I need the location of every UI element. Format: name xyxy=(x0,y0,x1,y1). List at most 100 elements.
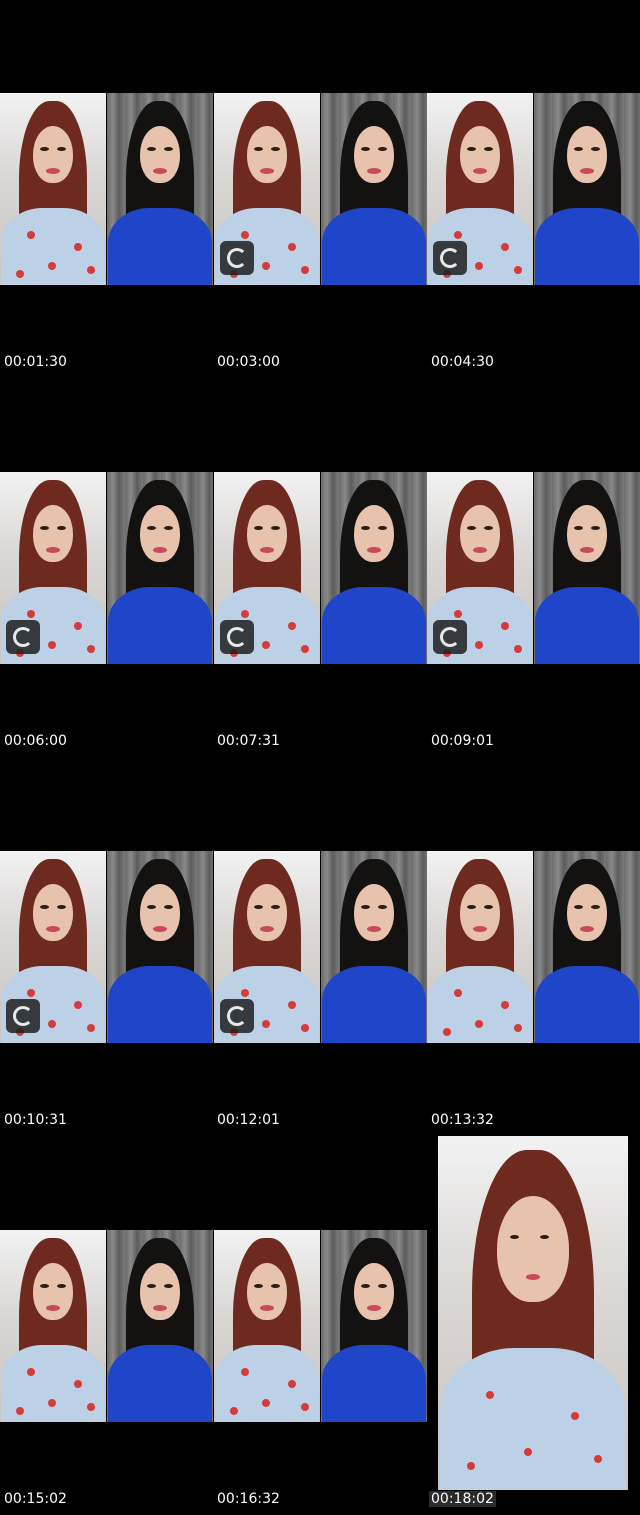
eye xyxy=(378,904,387,909)
strawberry-print xyxy=(300,644,309,653)
strawberry-print xyxy=(47,261,56,270)
strawberry-print xyxy=(474,261,483,270)
eye xyxy=(271,904,280,909)
face xyxy=(33,883,73,942)
eye xyxy=(147,525,156,530)
thumbnail-7[interactable] xyxy=(0,851,213,1043)
lips xyxy=(46,1304,60,1311)
strawberry-print xyxy=(26,231,35,240)
thumbnail-11[interactable] xyxy=(214,1230,427,1422)
timestamp-label: 00:10:31 xyxy=(4,1112,67,1128)
strawberry-print xyxy=(474,1019,483,1028)
torso xyxy=(322,587,426,664)
strawberry-print xyxy=(240,989,249,998)
eye xyxy=(164,146,173,151)
eye xyxy=(57,146,66,151)
strawberry-print xyxy=(240,1368,249,1377)
sticker-badge-icon xyxy=(220,241,254,275)
strawberry-print xyxy=(74,1379,83,1388)
strawberry-print xyxy=(593,1454,602,1463)
strawberry-print xyxy=(300,1023,309,1032)
thumbnail-9[interactable] xyxy=(427,851,640,1043)
strawberry-print xyxy=(513,265,522,274)
strawberry-print xyxy=(261,640,270,649)
sticker-badge-icon xyxy=(220,999,254,1033)
video-frame-left xyxy=(0,1230,106,1422)
video-frame-right xyxy=(321,472,427,664)
strawberry-print xyxy=(86,265,95,274)
lips xyxy=(153,925,167,932)
lips xyxy=(473,546,487,553)
thumbnail-12[interactable] xyxy=(438,1136,628,1490)
face xyxy=(460,504,500,563)
thumbnail-1[interactable] xyxy=(0,93,213,285)
lips xyxy=(153,1304,167,1311)
strawberry-print xyxy=(453,231,462,240)
strawberry-print xyxy=(474,640,483,649)
lips xyxy=(260,1304,274,1311)
strawberry-print xyxy=(485,1390,494,1399)
eye xyxy=(361,904,370,909)
eye xyxy=(164,1283,173,1288)
thumbnail-5[interactable] xyxy=(214,472,427,664)
strawberry-print xyxy=(47,640,56,649)
video-frame-right xyxy=(321,1230,427,1422)
thumbnail-8[interactable] xyxy=(214,851,427,1043)
torso xyxy=(535,587,639,664)
video-frame-left xyxy=(427,851,533,1043)
eye xyxy=(361,1283,370,1288)
face xyxy=(460,883,500,942)
eye xyxy=(254,904,263,909)
face xyxy=(247,883,287,942)
timestamp-label: 00:15:02 xyxy=(4,1491,67,1507)
eye xyxy=(147,146,156,151)
timestamp-label: 00:04:30 xyxy=(431,354,494,370)
timestamp-label: 00:06:00 xyxy=(4,733,67,749)
timestamp-label: 00:12:01 xyxy=(217,1112,280,1128)
eye xyxy=(40,1283,49,1288)
lips xyxy=(367,1304,381,1311)
video-frame-right xyxy=(107,93,213,285)
strawberry-print xyxy=(288,1000,297,1009)
eye xyxy=(574,904,583,909)
eye xyxy=(378,146,387,151)
eye xyxy=(40,146,49,151)
strawberry-print xyxy=(240,610,249,619)
face xyxy=(354,125,394,184)
thumbnail-2[interactable] xyxy=(214,93,427,285)
lips xyxy=(580,925,594,932)
thumbnail-3[interactable] xyxy=(427,93,640,285)
video-frame-left xyxy=(214,1230,320,1422)
timestamp-label: 00:09:01 xyxy=(431,733,494,749)
torso xyxy=(322,208,426,285)
face xyxy=(354,504,394,563)
face xyxy=(140,1262,180,1321)
strawberry-print xyxy=(15,269,24,278)
strawberry-print xyxy=(86,1402,95,1411)
face xyxy=(497,1196,569,1303)
face xyxy=(140,504,180,563)
face xyxy=(460,125,500,184)
face xyxy=(33,1262,73,1321)
face xyxy=(354,1262,394,1321)
torso xyxy=(108,587,212,664)
strawberry-print xyxy=(261,261,270,270)
eye xyxy=(591,525,600,530)
video-frame-right xyxy=(321,851,427,1043)
torso xyxy=(535,208,639,285)
torso xyxy=(108,1345,212,1422)
eye xyxy=(254,146,263,151)
strawberry-print xyxy=(47,1398,56,1407)
thumbnail-6[interactable] xyxy=(427,472,640,664)
eye xyxy=(484,146,493,151)
strawberry-print xyxy=(501,1000,510,1009)
face xyxy=(247,504,287,563)
eye xyxy=(484,525,493,530)
thumbnail-4[interactable] xyxy=(0,472,213,664)
face xyxy=(567,125,607,184)
strawberry-print xyxy=(74,242,83,251)
eye xyxy=(254,525,263,530)
thumbnail-10[interactable] xyxy=(0,1230,213,1422)
lips xyxy=(526,1274,540,1281)
strawberry-print xyxy=(261,1398,270,1407)
